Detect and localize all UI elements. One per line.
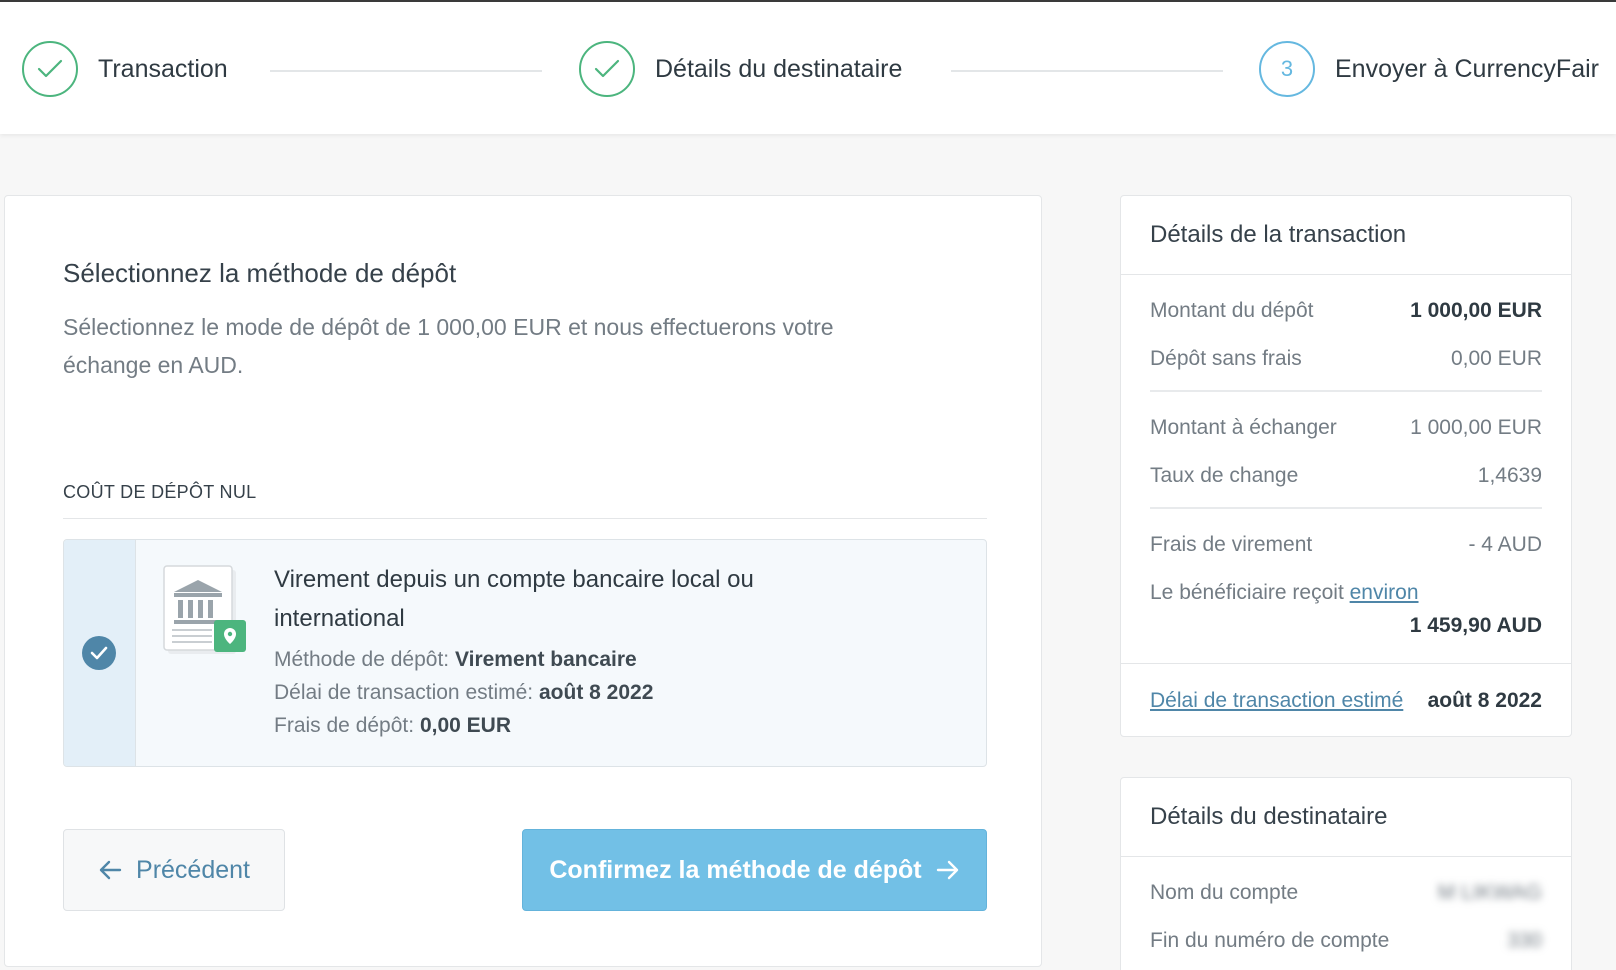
confirm-button-label: Confirmez la méthode de dépôt xyxy=(549,855,922,884)
previous-button-label: Précédent xyxy=(136,855,250,884)
recipient-receives-row: Le bénéficiaire reçoit environ xyxy=(1150,581,1542,605)
transfer-fee-label: Frais de virement xyxy=(1150,533,1313,556)
transfer-fee-value: - 4 AUD xyxy=(1468,533,1542,556)
estimated-delay-line: Délai de transaction estimé: août 8 2022 xyxy=(274,681,653,705)
page-description: Sélectionnez le mode de dépôt de 1 000,0… xyxy=(63,314,834,378)
bank-transfer-icon xyxy=(163,565,246,654)
step-recipient-details: Détails du destinataire xyxy=(579,40,902,98)
page-title: Sélectionnez la méthode de dépôt xyxy=(63,258,457,288)
deposit-option-bank-transfer[interactable]: Virement depuis un compte bancaire local… xyxy=(63,539,987,767)
section-label: COÛT DE DÉPÔT NUL xyxy=(63,482,257,502)
account-end-row: Fin du numéro de compte 330 xyxy=(1150,929,1542,953)
previous-button[interactable]: Précédent xyxy=(63,829,285,911)
recipient-receives-value: 1 459,90 AUD xyxy=(1409,614,1542,637)
divider xyxy=(1150,507,1542,509)
step-connector xyxy=(270,70,542,72)
deposit-amount-value: 1 000,00 EUR xyxy=(1410,299,1542,322)
step-number-badge: 3 xyxy=(1259,41,1315,97)
account-name-label: Nom du compte xyxy=(1150,881,1299,904)
step-label: Transaction xyxy=(98,54,228,83)
card-title: Détails du destinataire xyxy=(1121,778,1571,857)
deposit-method-value: Virement bancaire xyxy=(454,648,637,671)
recipient-details-card: Détails du destinataire Nom du compte M … xyxy=(1120,777,1572,970)
account-end-value: 330 xyxy=(1506,929,1542,952)
arrow-left-icon xyxy=(99,860,122,880)
estimated-delay-value: août 8 2022 xyxy=(538,681,654,704)
exchange-amount-label: Montant à échanger xyxy=(1150,416,1337,439)
arrow-right-icon xyxy=(936,860,958,880)
exchange-amount-value: 1 000,00 EUR xyxy=(1410,416,1542,439)
deposit-amount-label: Montant du dépôt xyxy=(1150,299,1314,322)
divider xyxy=(1121,663,1571,664)
estimated-delay-label: Délai de transaction estimé: xyxy=(274,681,534,704)
estimated-delay-value: août 8 2022 xyxy=(1427,689,1542,712)
recipient-receives-amount-row: 1 459,90 AUD xyxy=(1150,614,1542,638)
deposit-method-line: Méthode de dépôt: Virement bancaire xyxy=(274,648,637,672)
selected-check-icon xyxy=(82,636,116,670)
step-label: Détails du destinataire xyxy=(655,54,903,83)
divider xyxy=(1150,390,1542,392)
free-deposit-label: Dépôt sans frais xyxy=(1150,347,1302,370)
step-connector xyxy=(951,70,1223,72)
check-icon xyxy=(22,41,78,97)
deposit-method-label: Méthode de dépôt: xyxy=(274,648,450,671)
deposit-fee-value: 0,00 EUR xyxy=(419,714,511,737)
account-name-value: M LIKWAG xyxy=(1437,881,1542,904)
check-icon xyxy=(579,41,635,97)
step-label: Envoyer à CurrencyFair xyxy=(1335,54,1599,83)
divider xyxy=(63,518,987,519)
estimated-delay-row: Délai de transaction estimé août 8 2022 xyxy=(1150,689,1542,713)
account-name-row: Nom du compte M LIKWAG xyxy=(1150,881,1542,905)
step-transaction: Transaction xyxy=(22,40,228,98)
deposit-amount-row: Montant du dépôt 1 000,00 EUR xyxy=(1150,299,1542,323)
exchange-rate-label: Taux de change xyxy=(1150,464,1299,487)
deposit-method-card: Sélectionnez la méthode de dépôt Sélecti… xyxy=(4,195,1042,967)
step-send-to-currencyfair: 3 Envoyer à CurrencyFair xyxy=(1259,40,1599,98)
deposit-fee-line: Frais de dépôt: 0,00 EUR xyxy=(274,714,511,738)
account-end-label: Fin du numéro de compte xyxy=(1150,929,1390,952)
deposit-fee-label: Frais de dépôt: xyxy=(274,714,415,737)
recipient-receives-label: Le bénéficiaire reçoit environ xyxy=(1150,581,1419,605)
approx-link[interactable]: environ xyxy=(1350,581,1419,604)
progress-stepper: Transaction Détails du destinataire 3 En… xyxy=(0,0,1616,134)
option-title: Virement depuis un compte bancaire local… xyxy=(274,566,754,632)
recipient-receives-text: Le bénéficiaire reçoit xyxy=(1150,581,1344,604)
exchange-rate-value: 1,4639 xyxy=(1477,464,1542,487)
transfer-fee-row: Frais de virement - 4 AUD xyxy=(1150,533,1542,557)
exchange-amount-row: Montant à échanger 1 000,00 EUR xyxy=(1150,416,1542,440)
card-title: Détails de la transaction xyxy=(1121,196,1571,275)
confirm-deposit-method-button[interactable]: Confirmez la méthode de dépôt xyxy=(522,829,987,911)
option-selector[interactable] xyxy=(64,540,136,766)
free-deposit-value: 0,00 EUR xyxy=(1450,347,1542,370)
estimated-delay-link[interactable]: Délai de transaction estimé xyxy=(1150,689,1403,713)
transaction-details-card: Détails de la transaction Montant du dép… xyxy=(1120,195,1572,737)
free-deposit-row: Dépôt sans frais 0,00 EUR xyxy=(1150,347,1542,371)
exchange-rate-row: Taux de change 1,4639 xyxy=(1150,464,1542,488)
